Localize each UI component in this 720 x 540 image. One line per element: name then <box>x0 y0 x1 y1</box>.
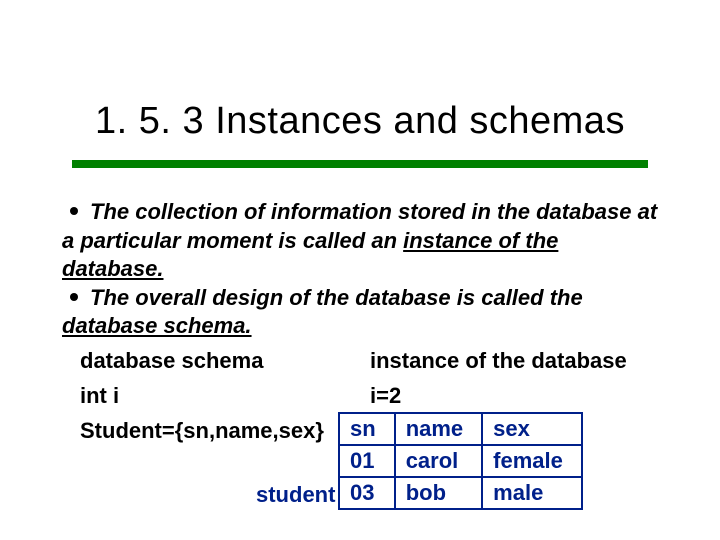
col-name: name <box>395 413 482 445</box>
bullet-1: The collection of information stored in … <box>62 198 658 284</box>
cell-name: carol <box>395 445 482 477</box>
compare-left-2: int i <box>62 382 370 411</box>
cell-name: bob <box>395 477 482 509</box>
compare-right-1: instance of the database <box>370 347 658 376</box>
table-row: 01 carol female <box>339 445 582 477</box>
compare-left-1: database schema <box>62 347 370 376</box>
student-table-label: student <box>256 482 335 508</box>
slide-title: 1. 5. 3 Instances and schemas <box>0 100 720 143</box>
slide: 1. 5. 3 Instances and schemas The collec… <box>0 0 720 540</box>
compare-row-1: database schema instance of the database <box>62 347 658 376</box>
cell-sex: male <box>482 477 582 509</box>
schema-definition: Student={sn,name,sex} <box>80 418 324 444</box>
compare-row-2: int i i=2 <box>62 382 658 411</box>
cell-sn: 01 <box>339 445 395 477</box>
bullet-2-text-a: The overall design of the database is ca… <box>90 285 583 310</box>
bullet-1-text-a: The collection of information stored in … <box>62 199 657 253</box>
bullet-icon <box>70 207 78 215</box>
bullet-2: The overall design of the database is ca… <box>62 284 658 341</box>
table-row: 03 bob male <box>339 477 582 509</box>
cell-sn: 03 <box>339 477 395 509</box>
body-text: The collection of information stored in … <box>62 198 658 410</box>
instance-table: sn name sex 01 carol female 03 bob male <box>338 412 583 510</box>
cell-sex: female <box>482 445 582 477</box>
bullet-icon <box>70 293 78 301</box>
title-underline <box>72 160 648 168</box>
compare-right-2: i=2 <box>370 382 658 411</box>
col-sn: sn <box>339 413 395 445</box>
col-sex: sex <box>482 413 582 445</box>
table-header-row: sn name sex <box>339 413 582 445</box>
bullet-2-underlined: database schema. <box>62 313 252 338</box>
